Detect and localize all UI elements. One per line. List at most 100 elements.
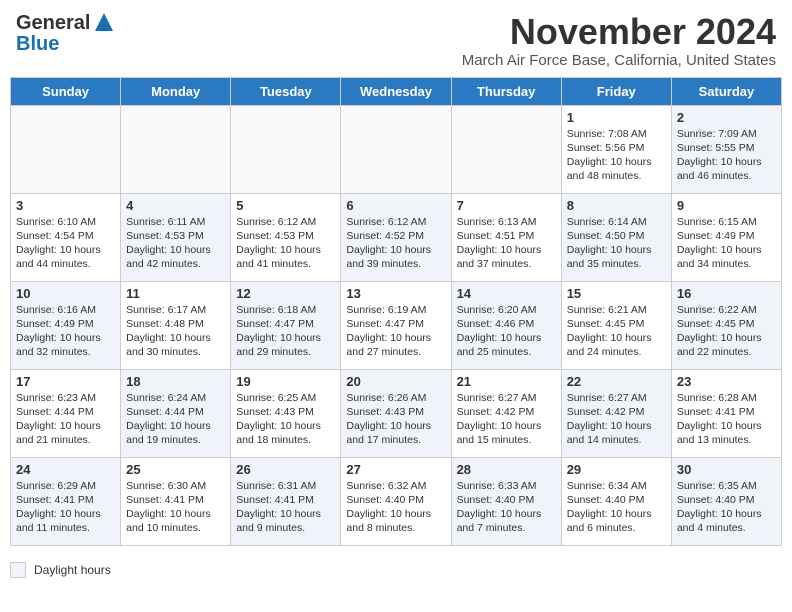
cell-content: Sunrise: 6:12 AM Sunset: 4:52 PM Dayligh… [346,215,445,272]
cal-cell: 18 Sunrise: 6:24 AM Sunset: 4:44 PM Dayli… [121,369,231,457]
cal-cell: 6 Sunrise: 6:12 AM Sunset: 4:52 PM Daylig… [341,193,451,281]
cal-cell: 28 Sunrise: 6:33 AM Sunset: 4:40 PM Dayli… [451,457,561,545]
day-number: 10 [16,286,115,301]
day-number: 19 [236,374,335,389]
day-number: 28 [457,462,556,477]
cal-cell [121,105,231,193]
cal-cell: 5 Sunrise: 6:12 AM Sunset: 4:53 PM Daylig… [231,193,341,281]
cell-content: Sunrise: 6:12 AM Sunset: 4:53 PM Dayligh… [236,215,335,272]
week-row-5: 24Sunrise: 6:29 AM Sunset: 4:41 PM Dayli… [11,457,782,545]
cal-cell: 23 Sunrise: 6:28 AM Sunset: 4:41 PM Dayli… [671,369,781,457]
day-number: 26 [236,462,335,477]
day-header-sunday: Sunday [11,77,121,105]
cal-cell: 16 Sunrise: 6:22 AM Sunset: 4:45 PM Dayli… [671,281,781,369]
cal-cell: 12Sunrise: 6:18 AM Sunset: 4:47 PM Dayli… [231,281,341,369]
day-number: 20 [346,374,445,389]
cal-cell: 29 Sunrise: 6:34 AM Sunset: 4:40 PM Dayli… [561,457,671,545]
cell-content: Sunrise: 6:24 AM Sunset: 4:44 PM Dayligh… [126,391,225,448]
cal-cell: 3 Sunrise: 6:10 AM Sunset: 4:54 PM Daylig… [11,193,121,281]
logo: General Blue [16,12,113,56]
day-header-thursday: Thursday [451,77,561,105]
cell-content: Sunrise: 6:35 AM Sunset: 4:40 PM Dayligh… [677,479,776,536]
cell-content: Sunrise: 6:27 AM Sunset: 4:42 PM Dayligh… [567,391,666,448]
cal-cell: 22 Sunrise: 6:27 AM Sunset: 4:42 PM Dayli… [561,369,671,457]
cell-content: Sunrise: 7:08 AM Sunset: 5:56 PM Dayligh… [567,127,666,184]
cal-cell: 4 Sunrise: 6:11 AM Sunset: 4:53 PM Daylig… [121,193,231,281]
cell-content: Sunrise: 6:16 AM Sunset: 4:49 PM Dayligh… [16,303,115,360]
day-number: 29 [567,462,666,477]
logo-blue-text: Blue [16,33,59,56]
cell-content: Sunrise: 6:11 AM Sunset: 4:53 PM Dayligh… [126,215,225,272]
cal-cell [451,105,561,193]
day-number: 7 [457,198,556,213]
week-row-4: 17Sunrise: 6:23 AM Sunset: 4:44 PM Dayli… [11,369,782,457]
cal-cell: 24Sunrise: 6:29 AM Sunset: 4:41 PM Dayli… [11,457,121,545]
cal-cell [11,105,121,193]
cal-cell: 19 Sunrise: 6:25 AM Sunset: 4:43 PM Dayli… [231,369,341,457]
cal-cell: 15Sunrise: 6:21 AM Sunset: 4:45 PM Dayli… [561,281,671,369]
day-number: 27 [346,462,445,477]
cell-content: Sunrise: 6:33 AM Sunset: 4:40 PM Dayligh… [457,479,556,536]
cal-cell: 7 Sunrise: 6:13 AM Sunset: 4:51 PM Daylig… [451,193,561,281]
day-number: 3 [16,198,115,213]
day-header-row: SundayMondayTuesdayWednesdayThursdayFrid… [11,77,782,105]
week-row-1: 1 Sunrise: 7:08 AM Sunset: 5:56 PM Daylig… [11,105,782,193]
week-row-3: 10 Sunrise: 6:16 AM Sunset: 4:49 PM Dayli… [11,281,782,369]
day-number: 22 [567,374,666,389]
cal-cell: 9Sunrise: 6:15 AM Sunset: 4:49 PM Daylig… [671,193,781,281]
day-number: 1 [567,110,666,125]
cell-content: Sunrise: 6:27 AM Sunset: 4:42 PM Dayligh… [457,391,556,448]
cell-content: Sunrise: 7:09 AM Sunset: 5:55 PM Dayligh… [677,127,776,184]
cal-cell: 14Sunrise: 6:20 AM Sunset: 4:46 PM Dayli… [451,281,561,369]
cal-cell [341,105,451,193]
calendar-table: SundayMondayTuesdayWednesdayThursdayFrid… [10,77,782,546]
day-number: 4 [126,198,225,213]
cell-content: Sunrise: 6:25 AM Sunset: 4:43 PM Dayligh… [236,391,335,448]
cal-cell: 11Sunrise: 6:17 AM Sunset: 4:48 PM Dayli… [121,281,231,369]
day-number: 6 [346,198,445,213]
day-number: 23 [677,374,776,389]
day-number: 13 [346,286,445,301]
cell-content: Sunrise: 6:17 AM Sunset: 4:48 PM Dayligh… [126,303,225,360]
cal-cell: 2 Sunrise: 7:09 AM Sunset: 5:55 PM Daylig… [671,105,781,193]
cal-cell: 30 Sunrise: 6:35 AM Sunset: 4:40 PM Dayli… [671,457,781,545]
cell-content: Sunrise: 6:23 AM Sunset: 4:44 PM Dayligh… [16,391,115,448]
day-number: 21 [457,374,556,389]
cal-cell: 21 Sunrise: 6:27 AM Sunset: 4:42 PM Dayli… [451,369,561,457]
day-number: 30 [677,462,776,477]
cell-content: Sunrise: 6:10 AM Sunset: 4:54 PM Dayligh… [16,215,115,272]
cell-content: Sunrise: 6:31 AM Sunset: 4:41 PM Dayligh… [236,479,335,536]
cell-content: Sunrise: 6:13 AM Sunset: 4:51 PM Dayligh… [457,215,556,272]
day-header-saturday: Saturday [671,77,781,105]
day-header-friday: Friday [561,77,671,105]
legend-area: Daylight hours [0,556,792,584]
day-number: 14 [457,286,556,301]
cal-cell: 25Sunrise: 6:30 AM Sunset: 4:41 PM Dayli… [121,457,231,545]
day-number: 2 [677,110,776,125]
logo-general-text: General [16,12,90,35]
day-number: 8 [567,198,666,213]
week-row-2: 3 Sunrise: 6:10 AM Sunset: 4:54 PM Daylig… [11,193,782,281]
day-header-wednesday: Wednesday [341,77,451,105]
month-title: November 2024 [462,12,776,52]
cell-content: Sunrise: 6:28 AM Sunset: 4:41 PM Dayligh… [677,391,776,448]
cell-content: Sunrise: 6:29 AM Sunset: 4:41 PM Dayligh… [16,479,115,536]
day-number: 5 [236,198,335,213]
legend-label: Daylight hours [34,563,111,577]
cal-cell: 20Sunrise: 6:26 AM Sunset: 4:43 PM Dayli… [341,369,451,457]
cell-content: Sunrise: 6:32 AM Sunset: 4:40 PM Dayligh… [346,479,445,536]
day-number: 16 [677,286,776,301]
cal-cell: 26 Sunrise: 6:31 AM Sunset: 4:41 PM Dayli… [231,457,341,545]
cell-content: Sunrise: 6:30 AM Sunset: 4:41 PM Dayligh… [126,479,225,536]
day-number: 18 [126,374,225,389]
cal-cell: 10 Sunrise: 6:16 AM Sunset: 4:49 PM Dayli… [11,281,121,369]
cell-content: Sunrise: 6:22 AM Sunset: 4:45 PM Dayligh… [677,303,776,360]
cell-content: Sunrise: 6:14 AM Sunset: 4:50 PM Dayligh… [567,215,666,272]
cell-content: Sunrise: 6:34 AM Sunset: 4:40 PM Dayligh… [567,479,666,536]
cal-cell: 27 Sunrise: 6:32 AM Sunset: 4:40 PM Dayli… [341,457,451,545]
legend-box [10,562,26,578]
day-header-tuesday: Tuesday [231,77,341,105]
day-number: 9 [677,198,776,213]
cal-cell [231,105,341,193]
cal-cell: 17Sunrise: 6:23 AM Sunset: 4:44 PM Dayli… [11,369,121,457]
